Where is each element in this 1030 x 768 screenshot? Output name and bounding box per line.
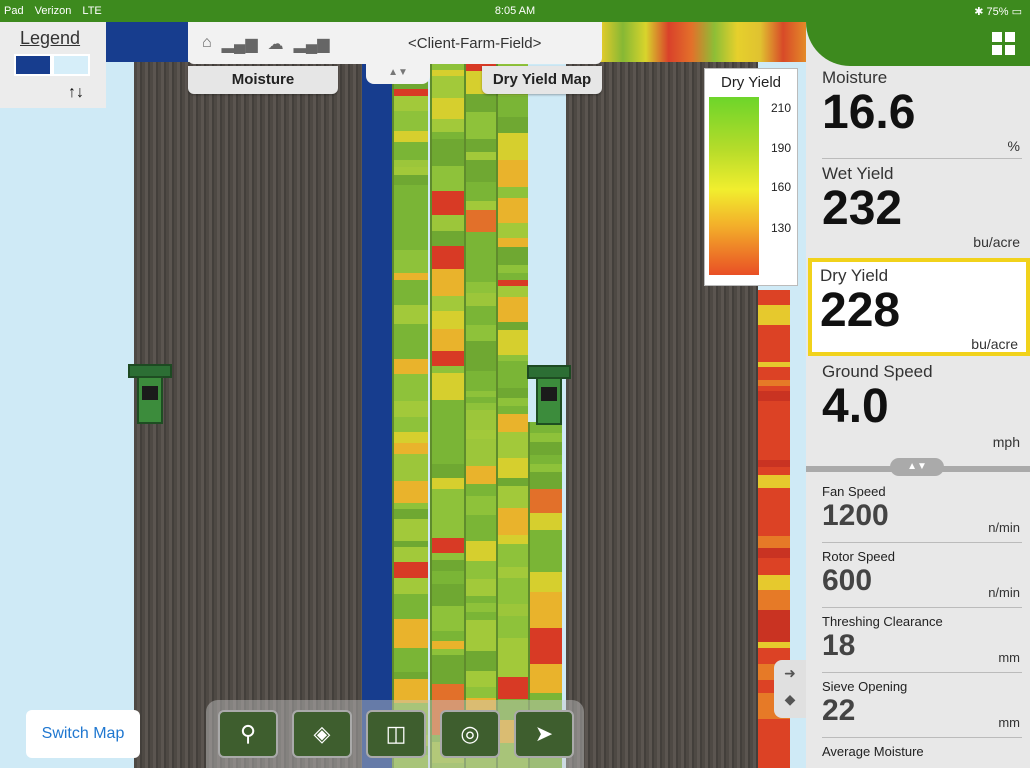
location-pin-icon[interactable]: ⚲	[218, 710, 278, 758]
signal-icon: ▂▄▆	[221, 36, 258, 53]
metric-label: Rotor Speed	[822, 549, 895, 564]
metric-label: Moisture	[822, 68, 888, 87]
metrics-panel: Moisture 16.6 % Wet Yield 232 bu/acre Dr…	[806, 22, 1030, 768]
harvest-row	[464, 62, 496, 768]
harvest-row	[430, 62, 464, 768]
metric-value: 4.0	[822, 380, 889, 433]
metric-value: 16.6	[822, 86, 916, 139]
metric-value: 22	[822, 694, 856, 727]
metric-dry-yield[interactable]: Dry Yield 228 bu/acre	[820, 266, 1020, 356]
legend-title: Legend	[20, 28, 81, 48]
harvest-row	[496, 62, 528, 768]
split-view-icon[interactable]: ◫	[366, 710, 426, 758]
metric-label: Dry Yield	[820, 266, 889, 285]
target-icon[interactable]: ◎	[440, 710, 500, 758]
metric-rotor-speed[interactable]: Rotor Speed 600 n/min	[822, 549, 1022, 609]
metric-value: 18	[822, 629, 856, 662]
metric-unit: n/min	[988, 585, 1020, 600]
metric-label: Threshing Clearance	[822, 614, 943, 629]
metric-label: Average Moisture	[822, 744, 924, 759]
legend-tick: 190	[771, 141, 792, 155]
metric-label: Wet Yield	[822, 164, 894, 183]
metric-label: Fan Speed	[822, 484, 886, 499]
bluetooth-icon: ✱	[974, 6, 984, 18]
map-header: ⌂ ▂▄▆ ☁ ▂▄▆ <Client-Farm-Field>	[188, 22, 602, 64]
battery-icon: ▭	[1011, 6, 1022, 18]
status-bar: Pad Verizon LTE 8:05 AM ✱ 75% ▭	[0, 0, 1030, 22]
panel-resize-handle[interactable]: ▲▼	[890, 458, 944, 476]
map-toolbar: ⚲ ◈ ◫ ◎ ➤	[206, 700, 584, 768]
header-expand-handle[interactable]: ▲▼	[366, 64, 430, 84]
signal-icon: ▂▄▆	[293, 36, 330, 53]
metric-moisture[interactable]: Moisture 16.6 %	[822, 68, 1022, 164]
wifi-icon: ⌂	[202, 34, 212, 51]
metric-unit: bu/acre	[971, 336, 1018, 352]
tab-moisture[interactable]: Moisture	[188, 66, 338, 94]
metric-unit: mm	[998, 715, 1020, 730]
metric-label: Ground Speed	[822, 362, 933, 381]
cloud-icon: ☁	[267, 36, 284, 53]
combine-icon[interactable]	[527, 365, 571, 427]
tab-dry-yield-map[interactable]: Dry Yield Map	[482, 66, 602, 94]
panel-collapse-handle[interactable]: ➜ ◆	[774, 660, 806, 718]
legend-swatch-light	[52, 54, 90, 76]
map-legend[interactable]: Legend ↑↓	[0, 22, 106, 108]
metric-sieve-opening[interactable]: Sieve Opening 22 mm	[822, 679, 1022, 739]
metric-wet-yield[interactable]: Wet Yield 232 bu/acre	[822, 164, 1022, 258]
legend-sort-arrows-icon[interactable]: ↑↓	[68, 84, 84, 102]
metric-label: Sieve Opening	[822, 679, 908, 694]
field-map[interactable]	[0, 22, 806, 768]
metric-threshing-clearance[interactable]: Threshing Clearance 18 mm	[822, 614, 1022, 674]
metric-unit: mph	[992, 434, 1020, 450]
layers-icon[interactable]: ◈	[292, 710, 352, 758]
metric-average-moisture[interactable]: Average Moisture	[822, 744, 1022, 768]
battery-level: 75%	[986, 6, 1009, 18]
legend-tick: 130	[771, 221, 792, 235]
metric-fan-speed[interactable]: Fan Speed 1200 n/min	[822, 484, 1022, 544]
moisture-strip-top	[106, 22, 188, 62]
metric-unit: bu/acre	[973, 234, 1020, 250]
legend-swatch-dark	[14, 54, 52, 76]
grid-menu-icon[interactable]	[992, 32, 1016, 56]
metric-ground-speed[interactable]: Ground Speed 4.0 mph	[822, 362, 1022, 458]
metric-unit: n/min	[988, 520, 1020, 535]
combine-icon[interactable]	[128, 364, 172, 426]
legend-tick: 210	[771, 101, 792, 115]
dry-yield-legend: Dry Yield 210 190 160 130	[704, 68, 798, 286]
harvest-row	[392, 62, 428, 768]
yield-band-top	[600, 22, 806, 62]
status-time: 8:05 AM	[494, 5, 536, 17]
metric-value: 228	[820, 284, 901, 337]
metric-value: 232	[822, 182, 903, 235]
metric-unit: mm	[998, 650, 1020, 665]
dry-yield-color-bar	[709, 97, 759, 275]
client-farm-field-title[interactable]: <Client-Farm-Field>	[408, 35, 541, 52]
moisture-strip	[362, 22, 392, 768]
dry-yield-legend-title: Dry Yield	[720, 74, 782, 91]
switch-map-button[interactable]: Switch Map	[26, 710, 140, 758]
legend-tick: 160	[771, 180, 792, 194]
metric-unit: %	[1007, 138, 1020, 154]
navigate-arrow-icon[interactable]: ➤	[514, 710, 574, 758]
